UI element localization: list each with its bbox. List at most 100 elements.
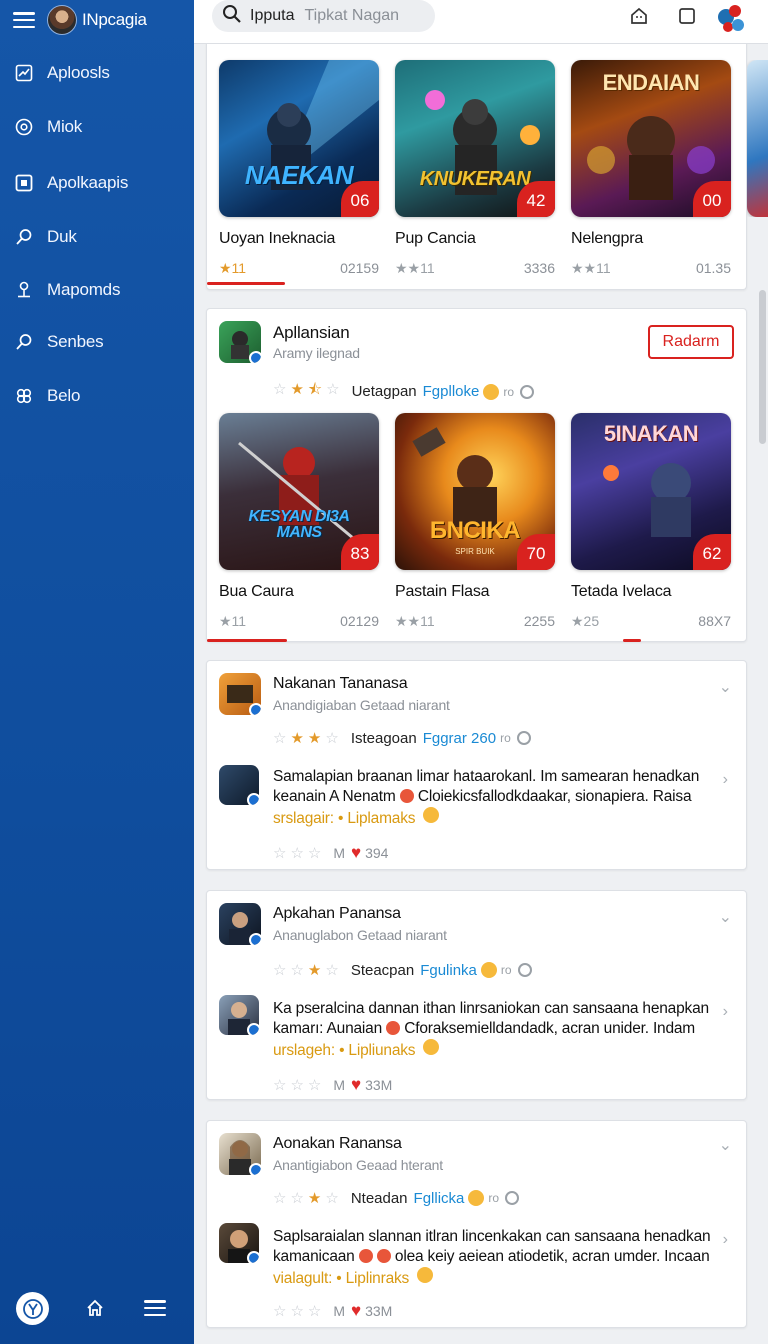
post-body: Ka pseralcina dannan ithan linrsaniokan … [273, 999, 723, 1061]
game-tile[interactable]: NAEKAN 06 Uoyan Ineknacia ★11 02159 [219, 60, 379, 276]
emoji-icon [423, 807, 440, 823]
post-text: kamanicaan [273, 1248, 355, 1265]
rating-label: Uetagpan [351, 383, 417, 400]
star-rating[interactable]: ☆★★☆ [273, 729, 343, 747]
post-subtitle: Anantigiabon Geaad hterant [273, 1157, 443, 1173]
home-icon[interactable] [628, 5, 650, 27]
sidebar-item-mapomds[interactable]: Mapomds [14, 275, 120, 305]
game-tile[interactable]: ENDAIAN 00 Nelengpra ★★11 01.35 [571, 60, 731, 276]
game-tile[interactable]: KNUKERAN 42 Pup Cancia ★★11 3336 [395, 60, 555, 276]
user-name[interactable]: INpcagia [82, 10, 147, 30]
star-rating[interactable]: ☆☆☆ [273, 1302, 325, 1320]
sidebar-item-belo[interactable]: Belo [14, 381, 80, 411]
rating-link[interactable]: Fgulinka [420, 962, 477, 979]
featured-games-row: NAEKAN 06 Uoyan Ineknacia ★11 02159 KNUK… [206, 44, 768, 290]
post-line: kamanicaan olea keiy aeiean atiodetik, a… [273, 1247, 723, 1267]
verified-icon [249, 703, 261, 715]
sidebar-item-duk[interactable]: Duk [14, 222, 77, 252]
game-tile[interactable]: KESYAN DI3A MANS 83 Bua Caura ★11 02129 [219, 413, 379, 629]
sidebar-item-apolkaapis[interactable]: Apolkaapis [14, 168, 128, 198]
reaction-row: ☆☆☆ M ♥ 394 [273, 843, 388, 863]
search-input[interactable]: Ipputa [250, 7, 294, 25]
score-badge: 70 [517, 534, 555, 570]
game-art-title: 5INAKAN [603, 421, 699, 446]
sidebar-item-senbes[interactable]: Senbes [14, 327, 104, 357]
game-count: 02159 [340, 260, 379, 276]
square-icon[interactable] [676, 5, 698, 27]
sidebar-item-label: Belo [47, 386, 81, 405]
chevron-right-icon[interactable]: › [723, 1003, 728, 1021]
game-art-title: KESYAN DI3A MANS [248, 508, 350, 541]
chevron-down-icon[interactable]: ⌄ [719, 677, 732, 697]
rating-link[interactable]: Fgplloke [423, 383, 480, 400]
avatar[interactable] [47, 5, 77, 35]
sidebar-item-miok[interactable]: Miok [14, 112, 82, 142]
info-icon[interactable] [516, 731, 531, 745]
heart-icon[interactable]: ♥ [351, 1301, 361, 1321]
post-body: Samalapian braanan limar hataarokanl. Im… [273, 767, 723, 829]
radarm-button[interactable]: Radarm [648, 325, 734, 359]
star-rating[interactable]: ☆★⯪☆ [273, 379, 344, 404]
card-subtitle: Aramy ilegnad [273, 345, 360, 361]
game-tile[interactable]: Ma ★★ [747, 60, 768, 217]
rating-row: ☆★⯪☆ Uetagpan Fgplloke ro [273, 379, 535, 404]
search-placeholder: Tipkat Nagan [304, 7, 400, 24]
chevron-down-icon[interactable]: ⌄ [719, 1135, 732, 1155]
post-line: vialagult: • Liplinraks [273, 1267, 723, 1289]
top-bar: Ipputa Tipkat Nagan [194, 0, 768, 44]
comment-avatar [219, 765, 259, 805]
rating-link[interactable]: Fgllicka [414, 1190, 465, 1207]
comment-avatar [219, 995, 259, 1035]
heart-icon[interactable]: ♥ [351, 1075, 361, 1095]
scrollbar[interactable] [759, 290, 766, 444]
home-icon[interactable] [85, 1298, 105, 1323]
post-body: Saplsaraialan slannan itlran lincenkakan… [273, 1227, 723, 1289]
game-tile[interactable]: 5INAKAN 62 Tetada Ivelaca ★25 88X7 [571, 413, 731, 629]
game-tile[interactable]: БNCIKA SPIR BUIK 70 Pastain Flasa ★★11 2… [395, 413, 555, 629]
game-name: Bua Caura [219, 583, 294, 600]
rating-label: Nteadan [350, 1189, 408, 1207]
chevron-right-icon[interactable]: › [723, 1231, 728, 1249]
game-art-title: ENDAIAN [602, 70, 700, 95]
post-tags[interactable]: vialagult: • Liplinraks [273, 1270, 409, 1287]
info-icon[interactable] [517, 963, 532, 977]
emoji-icon [423, 1039, 440, 1055]
verified-icon [249, 351, 261, 363]
post-text: Cforaksemielldandadk, acran unider. [404, 1020, 649, 1037]
game-name: Pup Cancia [395, 230, 476, 247]
star-rating[interactable]: ☆☆★☆ [273, 961, 343, 979]
post-subtitle: Anandigiaban Getaad niarant [273, 697, 450, 713]
menu-icon[interactable] [13, 12, 35, 28]
notifications-icon[interactable] [716, 3, 746, 35]
search-bar[interactable]: Ipputa Tipkat Nagan [212, 0, 435, 32]
info-icon[interactable] [505, 1191, 520, 1205]
game-art: KNUKERAN 42 [395, 60, 555, 217]
sidebar-item-label: Duk [47, 227, 77, 246]
heart-icon[interactable]: ♥ [351, 843, 361, 863]
post-line: kamarı: Aunaian Cforaksemielldandadk, ac… [273, 1019, 723, 1039]
sidebar-item-label: Senbes [47, 332, 104, 351]
post-tags[interactable]: srslagair: • Liplamaks [273, 810, 416, 827]
profile-icon[interactable] [16, 1292, 49, 1325]
progress-bar [207, 282, 285, 285]
star-rating[interactable]: ☆☆★☆ [273, 1189, 343, 1207]
star-rating[interactable]: ☆☆☆ [273, 1076, 325, 1094]
disc-icon [14, 117, 34, 137]
main-content: NAEKAN 06 Uoyan Ineknacia ★11 02159 KNUK… [194, 44, 768, 1344]
star-rating[interactable]: ☆☆☆ [273, 844, 325, 862]
verified-icon [247, 1023, 259, 1035]
post-tags[interactable]: urslageh: • Lipliunaks [273, 1042, 416, 1059]
rating-link[interactable]: Fggrar 260 [423, 730, 496, 747]
search-icon [14, 332, 34, 352]
post-card: Aonakan Ranansa Anantigiabon Geaad htera… [206, 1120, 747, 1328]
post-text: keanain A Nenatm [273, 788, 396, 805]
reaction-label: M [333, 845, 346, 861]
menu-icon[interactable] [144, 1300, 166, 1316]
chevron-right-icon[interactable]: › [723, 771, 728, 789]
info-icon[interactable] [520, 384, 535, 399]
chevron-down-icon[interactable]: ⌄ [719, 907, 732, 927]
score-badge: 06 [341, 181, 379, 217]
icon-text: ro [488, 1191, 500, 1205]
sidebar: INpcagia Aploosls Miok Apolkaapis Duk Ma… [0, 0, 194, 1344]
sidebar-item-aploosls[interactable]: Aploosls [14, 58, 110, 88]
